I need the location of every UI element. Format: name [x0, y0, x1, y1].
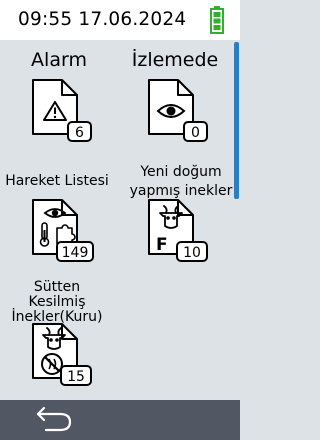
tile-label: Hareket Listesi: [5, 173, 109, 189]
status-bar: 09:55 17.06.2024: [0, 0, 240, 40]
tile-count: 6: [75, 125, 84, 141]
activity-document-icon: 149: [32, 199, 94, 262]
tile-count: 149: [62, 245, 89, 261]
tile-label-line-2: yapmış inekler: [129, 183, 233, 199]
tile-yeni-dogum[interactable]: Yeni doğum yapmış inekler F 10: [116, 160, 234, 272]
tile-count: 10: [183, 245, 201, 261]
tile-label: Alarm: [31, 49, 87, 71]
warning-document-icon: 6: [32, 79, 92, 142]
tile-count: 15: [67, 369, 85, 385]
battery-icon: [210, 6, 224, 34]
tile-alarm[interactable]: Alarm 6: [0, 44, 118, 154]
tile-label-line-2: Kesilmiş: [28, 294, 86, 310]
tile-izlemede[interactable]: İzlemede 0: [116, 44, 234, 154]
back-button[interactable]: [30, 404, 74, 436]
tile-label-line-1: Yeni doğum: [140, 164, 222, 180]
svg-text:F: F: [156, 235, 168, 255]
eye-document-icon: 0: [148, 79, 208, 142]
dry-cow-document-icon: 15: [32, 323, 92, 386]
tile-count: 0: [191, 125, 200, 141]
datetime-label: 09:55 17.06.2024: [18, 9, 187, 30]
tile-label: İzlemede: [131, 49, 219, 71]
tile-hareket-listesi[interactable]: Hareket Listesi 149: [0, 166, 118, 272]
tile-sutten-kesilmis[interactable]: Sütten Kesilmiş İnekler(Kuru) 15: [0, 278, 118, 390]
return-arrow-icon: [36, 406, 72, 432]
new-birth-document-icon: F 10: [148, 199, 208, 262]
tile-label-line-1: Sütten: [33, 279, 81, 295]
